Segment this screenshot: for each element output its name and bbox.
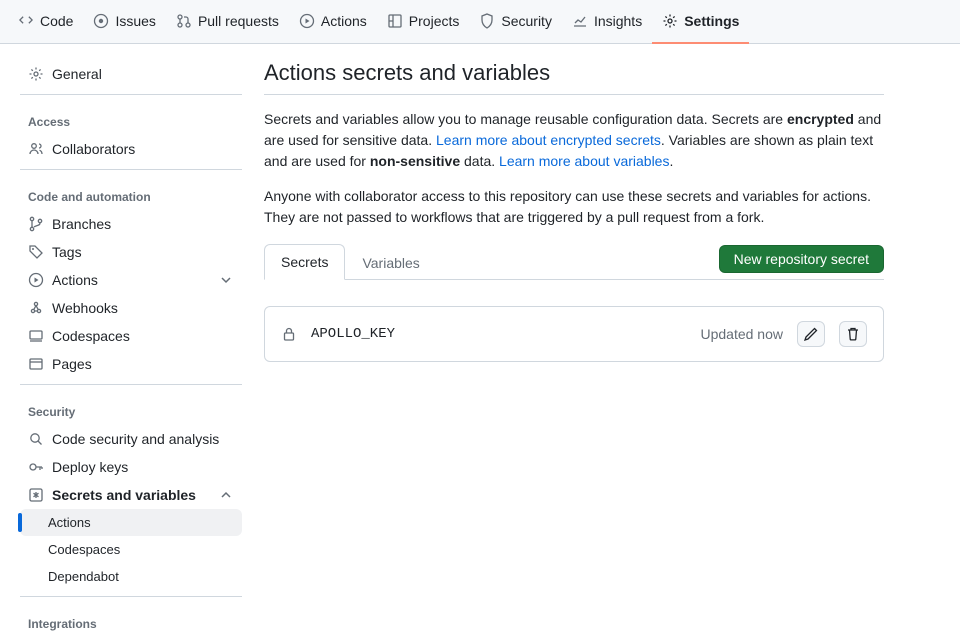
play-icon (28, 272, 44, 288)
scan-icon (28, 431, 44, 447)
sidebar-heading-code: Code and automation (20, 176, 242, 210)
sidebar-pages[interactable]: Pages (20, 350, 242, 378)
codespaces-icon (28, 328, 44, 344)
sidebar-item-label: Actions (52, 272, 98, 288)
repo-topnav: Code Issues Pull requests Actions Projec… (0, 0, 960, 44)
sidebar-item-label: Tags (52, 244, 82, 260)
tab-secrets[interactable]: Secrets (264, 244, 345, 280)
sidebar-item-label: Webhooks (52, 300, 118, 316)
settings-sidebar: General Access Collaborators Code and au… (0, 60, 254, 637)
topnav-pulls[interactable]: Pull requests (166, 0, 289, 44)
topnav-label: Insights (594, 13, 642, 29)
sidebar-item-label: Secrets and variables (52, 487, 196, 503)
sidebar-sv-dependabot[interactable]: Dependabot (20, 563, 242, 590)
topnav-settings[interactable]: Settings (652, 0, 749, 44)
topnav-label: Projects (409, 13, 460, 29)
page-title: Actions secrets and variables (264, 60, 884, 95)
lock-icon (281, 326, 297, 342)
sidebar-item-label: Pages (52, 356, 92, 372)
link-encrypted-secrets[interactable]: Learn more about encrypted secrets (436, 132, 661, 148)
link-variables[interactable]: Learn more about variables (499, 153, 669, 169)
sidebar-sv-actions[interactable]: Actions (20, 509, 242, 536)
branch-icon (28, 216, 44, 232)
sidebar-item-label: Deploy keys (52, 459, 128, 475)
topnav-label: Actions (321, 13, 367, 29)
delete-secret-button[interactable] (839, 321, 867, 347)
graph-icon (572, 13, 588, 29)
sidebar-general[interactable]: General (20, 60, 242, 88)
sidebar-heading-security: Security (20, 391, 242, 425)
trash-icon (845, 326, 861, 342)
asterisk-icon (28, 487, 44, 503)
sidebar-actions[interactable]: Actions (20, 266, 242, 294)
gear-icon (28, 66, 44, 82)
chevron-down-icon (218, 272, 234, 288)
description-p1: Secrets and variables allow you to manag… (264, 109, 884, 172)
sidebar-item-label: General (52, 66, 102, 82)
topnav-actions[interactable]: Actions (289, 0, 377, 44)
issue-icon (93, 13, 109, 29)
sidebar-tags[interactable]: Tags (20, 238, 242, 266)
main-content: Actions secrets and variables Secrets an… (254, 60, 914, 637)
sidebar-sv-codespaces[interactable]: Codespaces (20, 536, 242, 563)
browser-icon (28, 356, 44, 372)
code-icon (18, 13, 34, 29)
tag-icon (28, 244, 44, 260)
topnav-label: Settings (684, 13, 739, 29)
tabs-row: Secrets Variables New repository secret (264, 244, 884, 280)
gear-icon (662, 13, 678, 29)
project-icon (387, 13, 403, 29)
topnav-label: Security (501, 13, 552, 29)
tab-variables[interactable]: Variables (345, 245, 436, 280)
sidebar-secrets-variables[interactable]: Secrets and variables (20, 481, 242, 509)
topnav-label: Pull requests (198, 13, 279, 29)
topnav-issues[interactable]: Issues (83, 0, 165, 44)
sidebar-branches[interactable]: Branches (20, 210, 242, 238)
sidebar-item-label: Code security and analysis (52, 431, 219, 447)
sidebar-collaborators[interactable]: Collaborators (20, 135, 242, 163)
sidebar-heading-integrations: Integrations (20, 603, 242, 637)
sidebar-deploy-keys[interactable]: Deploy keys (20, 453, 242, 481)
key-icon (28, 459, 44, 475)
secret-row: APOLLO_KEY Updated now (264, 306, 884, 362)
description-p2: Anyone with collaborator access to this … (264, 186, 884, 228)
sidebar-item-label: Branches (52, 216, 111, 232)
topnav-security[interactable]: Security (469, 0, 562, 44)
topnav-label: Code (40, 13, 73, 29)
topnav-insights[interactable]: Insights (562, 0, 652, 44)
new-repository-secret-button[interactable]: New repository secret (719, 245, 884, 273)
play-icon (299, 13, 315, 29)
sidebar-heading-access: Access (20, 101, 242, 135)
webhook-icon (28, 300, 44, 316)
topnav-projects[interactable]: Projects (377, 0, 470, 44)
people-icon (28, 141, 44, 157)
sidebar-item-label: Codespaces (52, 328, 130, 344)
pencil-icon (803, 326, 819, 342)
sidebar-codesec[interactable]: Code security and analysis (20, 425, 242, 453)
edit-secret-button[interactable] (797, 321, 825, 347)
sidebar-webhooks[interactable]: Webhooks (20, 294, 242, 322)
secret-name: APOLLO_KEY (311, 326, 395, 342)
chevron-up-icon (218, 487, 234, 503)
sidebar-codespaces[interactable]: Codespaces (20, 322, 242, 350)
sidebar-item-label: Collaborators (52, 141, 135, 157)
topnav-code[interactable]: Code (8, 0, 83, 44)
secret-updated: Updated now (700, 326, 783, 342)
topnav-label: Issues (115, 13, 155, 29)
shield-icon (479, 13, 495, 29)
pr-icon (176, 13, 192, 29)
